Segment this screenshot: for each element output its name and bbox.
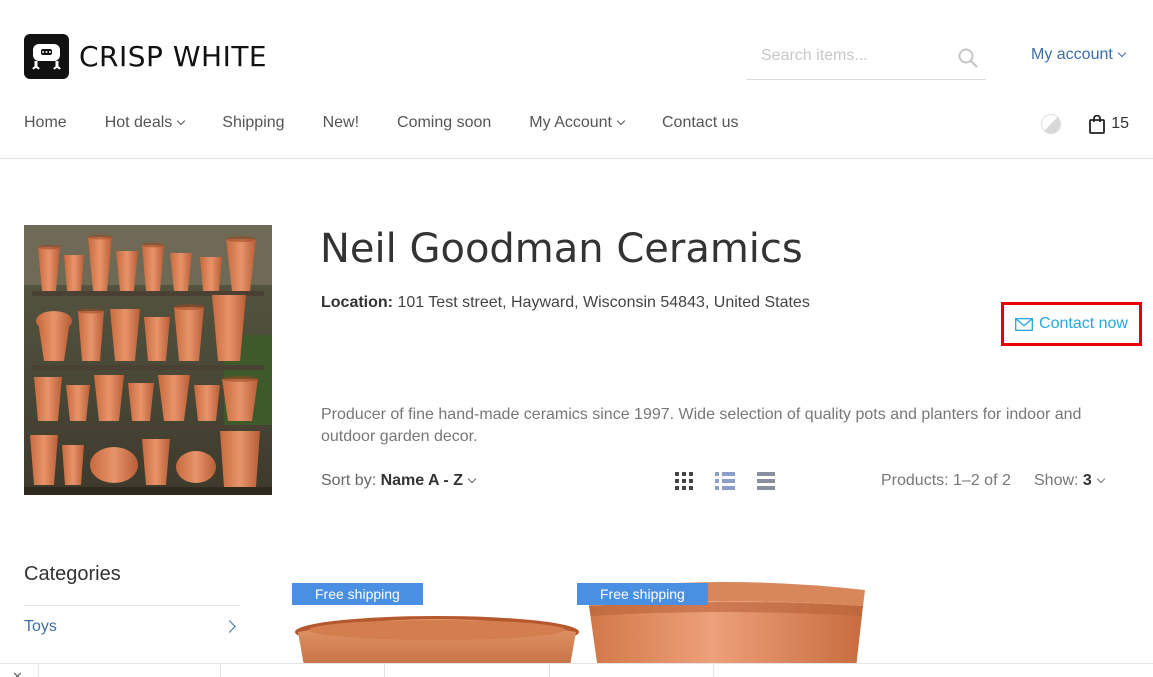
product-card[interactable]: Free shipping [292,576,582,677]
bottom-toolbar: ✕ [0,663,1153,677]
chevron-down-icon [177,116,186,126]
logo-icon [24,34,69,79]
sort-value: Name A - Z [380,472,463,489]
chevron-down-icon [1096,474,1106,484]
close-icon[interactable]: ✕ [12,669,23,677]
nav-item-label: Hot deals [104,114,173,131]
location-label: Location: [321,294,393,311]
nav-item-label: My Account [529,114,612,131]
category-label: Toys [24,618,57,635]
contact-now-label: Contact now [1039,315,1128,332]
my-account-label: My account [1031,46,1113,63]
cart-button[interactable]: 15 [1089,114,1129,134]
chevron-down-icon [467,474,477,484]
contact-now-button[interactable]: Contact now [1001,302,1142,346]
chevron-right-icon [223,620,236,633]
list-view-icon[interactable] [714,471,736,496]
toolbar-separator [220,664,221,677]
category-item-toys[interactable]: Toys [24,618,240,636]
nav-item-shipping[interactable]: Shipping [222,114,284,132]
categories-title: Categories [24,563,121,585]
show-value: 3 [1082,472,1092,489]
main-nav: Home Hot deals Shipping New! Coming soon… [24,114,776,132]
show-label: Show: [1034,472,1079,489]
grid-view-icon[interactable] [674,471,694,496]
my-account-dropdown[interactable]: My account [1031,46,1127,64]
compact-list-icon[interactable] [756,471,776,496]
vendor-location: Location: 101 Test street, Hayward, Wisc… [321,294,810,312]
vendor-title: Neil Goodman Ceramics [320,226,803,272]
location-value: 101 Test street, Hayward, Wisconsin 5484… [397,294,810,311]
vendor-description: Producer of fine hand-made ceramics sinc… [321,406,1082,445]
chevron-down-icon [1117,48,1127,58]
vendor-logo-image [24,225,272,495]
cart-count: 15 [1111,115,1129,132]
categories-divider [24,605,240,606]
free-shipping-badge: Free shipping [577,583,708,605]
nav-item-new[interactable]: New! [323,114,359,132]
chevron-down-icon [616,116,626,126]
view-switcher [674,471,796,496]
free-shipping-badge: Free shipping [292,583,423,605]
search-icon[interactable] [958,48,978,73]
theme-toggle-icon[interactable] [1041,114,1062,134]
products-count: Products: 1–2 of 2 [881,472,1011,489]
product-card[interactable]: Free shipping [577,576,867,677]
logo[interactable]: CRISP WHITE [24,34,267,79]
search-box [746,36,986,80]
nav-item-my-account[interactable]: My Account [529,114,626,132]
sort-label: Sort by: [321,472,377,489]
envelope-icon [1015,317,1033,331]
shopping-bag-icon [1089,114,1106,134]
toolbar-separator [713,664,714,677]
nav-item-contact-us[interactable]: Contact us [662,114,738,132]
toolbar-separator [384,664,385,677]
logo-text: CRISP WHITE [79,40,268,73]
nav-item-coming-soon[interactable]: Coming soon [397,114,491,132]
nav-icons: 15 [1041,114,1129,134]
header-divider [0,158,1153,159]
search-input[interactable] [746,36,946,76]
nav-item-hot-deals[interactable]: Hot deals [104,114,186,132]
show-per-page-dropdown[interactable]: Show: 3 [1034,472,1106,490]
toolbar-separator [38,664,39,677]
toolbar-separator [549,664,550,677]
sort-dropdown[interactable]: Sort by: Name A - Z [321,472,477,490]
nav-item-home[interactable]: Home [24,114,67,132]
